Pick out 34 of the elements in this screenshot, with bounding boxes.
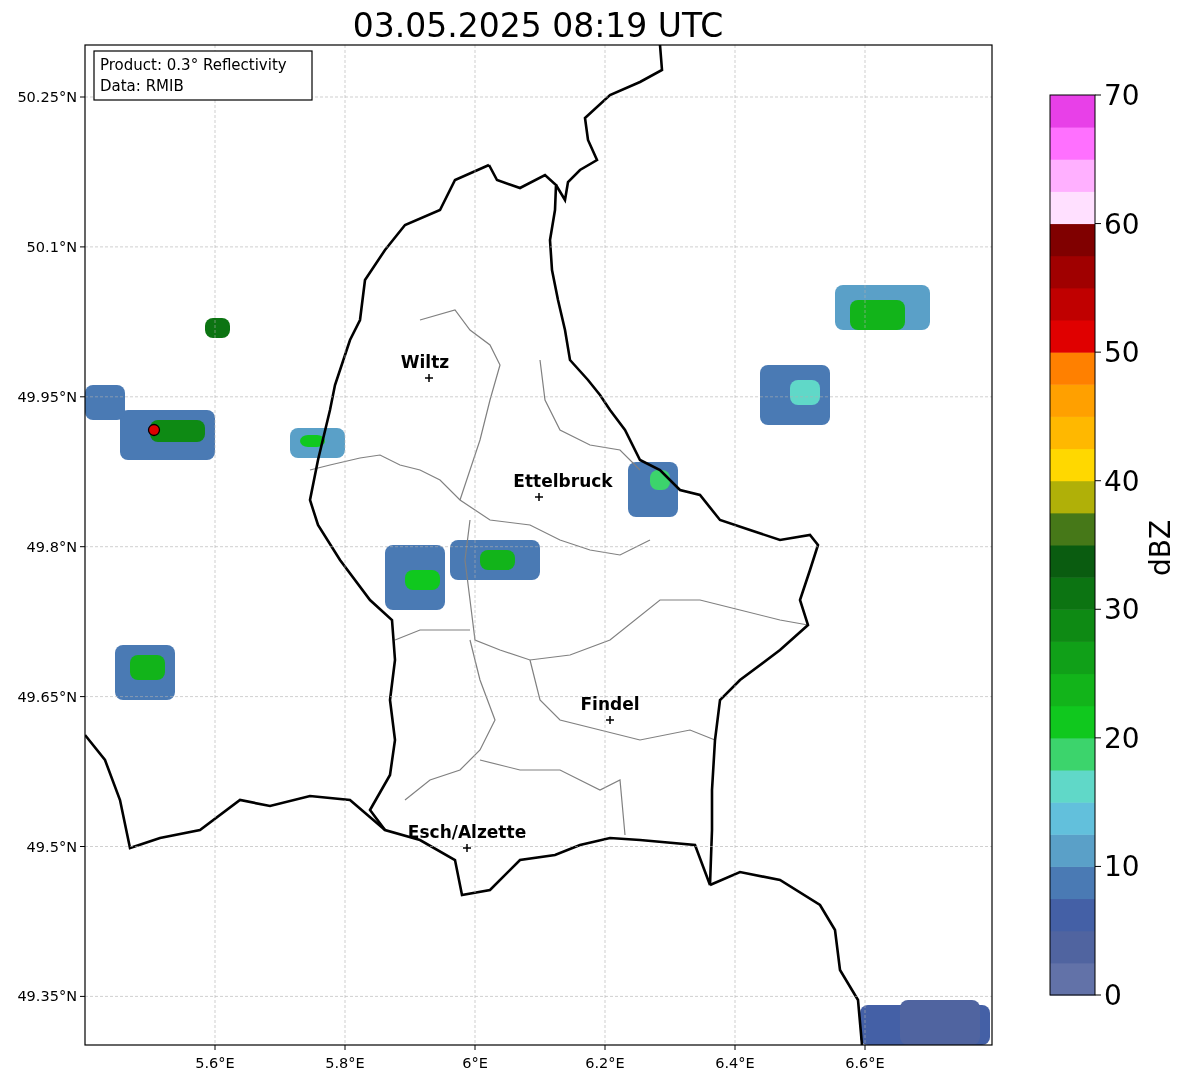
latitude-label: 49.35°N bbox=[17, 988, 77, 1005]
longitude-label: 6.4°E bbox=[715, 1055, 755, 1071]
city-marker-icon bbox=[534, 492, 544, 502]
city-label: Wiltz bbox=[400, 352, 450, 372]
city-marker-icon bbox=[605, 715, 615, 725]
info-text: Data: RMIB bbox=[100, 77, 184, 95]
city-label: Esch/Alzette bbox=[407, 822, 527, 842]
colorbar-tick-label: 40 bbox=[1104, 464, 1140, 498]
location-marker-icon bbox=[147, 423, 161, 437]
longitude-label: 6.6°E bbox=[845, 1055, 885, 1071]
latitude-label: 49.95°N bbox=[17, 388, 77, 405]
colorbar-tick-label: 10 bbox=[1104, 850, 1140, 884]
latitude-label: 49.8°N bbox=[26, 538, 77, 555]
latitude-label: 49.5°N bbox=[26, 838, 77, 855]
longitude-label: 6.2°E bbox=[585, 1055, 625, 1071]
colorbar-tick-label: 30 bbox=[1104, 593, 1140, 627]
city-marker-icon bbox=[424, 373, 434, 383]
latitude-label: 49.65°N bbox=[17, 688, 77, 705]
city-marker-icon bbox=[462, 843, 472, 853]
longitude-label: 6°E bbox=[462, 1055, 488, 1071]
info-text: Product: 0.3° Reflectivity bbox=[100, 56, 287, 74]
colorbar-tick-label: 0 bbox=[1104, 979, 1122, 1012]
colorbar-tick-label: 20 bbox=[1104, 721, 1140, 755]
longitude-label: 5.8°E bbox=[325, 1055, 365, 1071]
colorbar-tick-label: 60 bbox=[1104, 207, 1140, 241]
colorbar-tick-label: 70 bbox=[1104, 79, 1140, 112]
city-label: Findel bbox=[580, 694, 640, 714]
latitude-label: 50.1°N bbox=[26, 238, 77, 255]
colorbar-tick-label: 50 bbox=[1104, 336, 1140, 370]
city-label: Ettelbruck bbox=[513, 471, 613, 491]
colorbar-label: dBZ bbox=[1144, 519, 1177, 577]
figure-title: 03.05.2025 08:19 UTC bbox=[352, 6, 724, 45]
longitude-label: 5.6°E bbox=[195, 1055, 235, 1071]
latitude-label: 50.25°N bbox=[17, 89, 77, 105]
